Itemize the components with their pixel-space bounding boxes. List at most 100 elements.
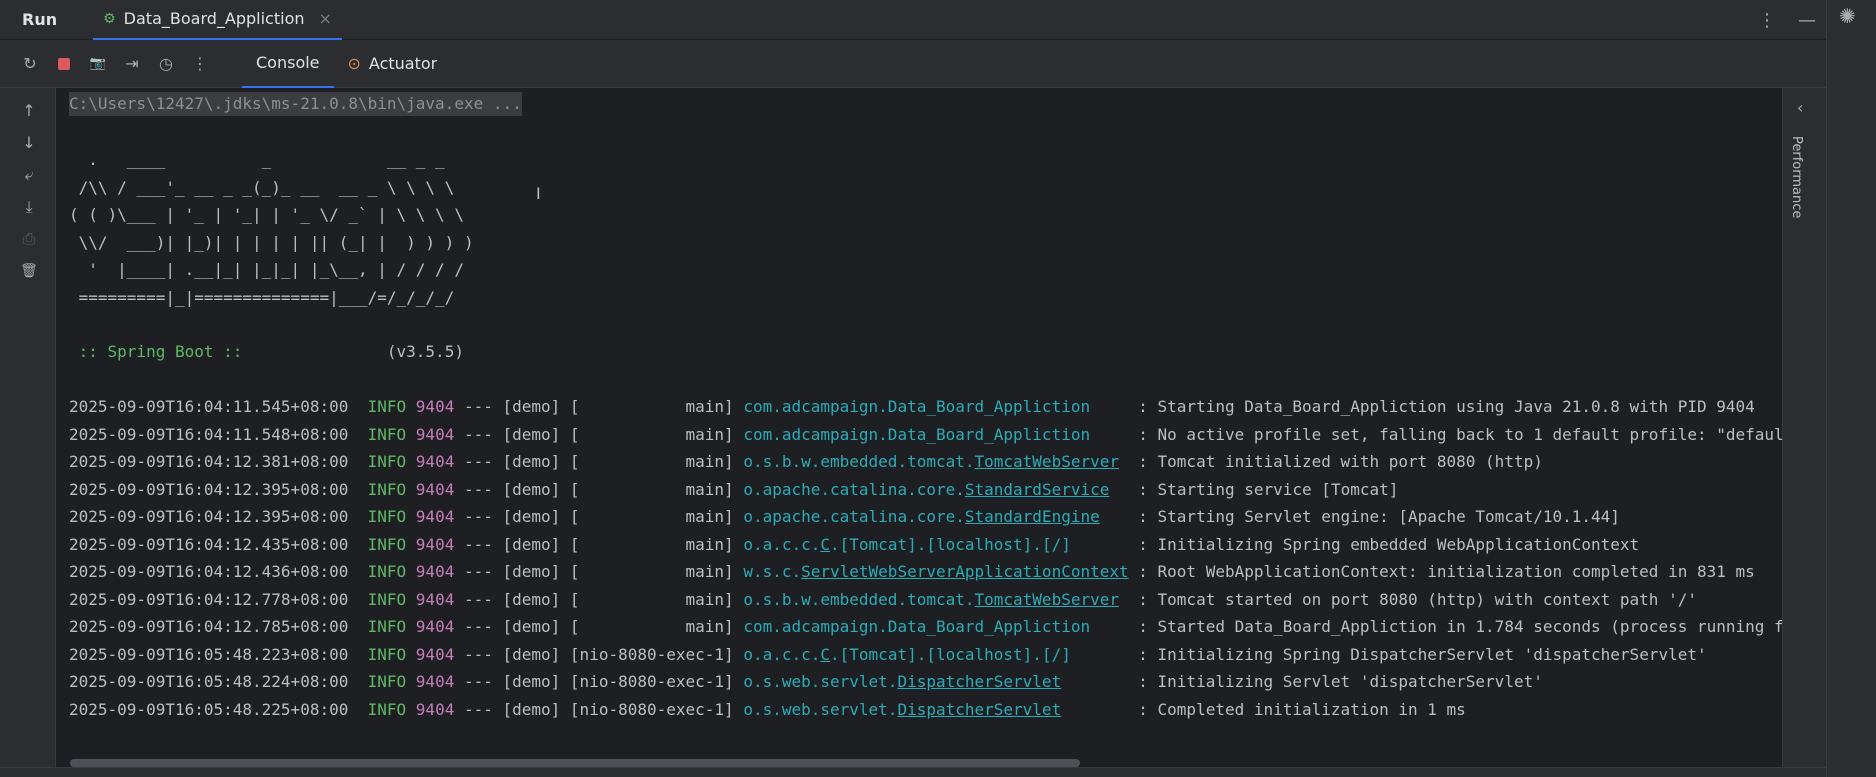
log-message: : Initializing Spring DispatcherServlet … xyxy=(1138,644,1707,664)
logger-class-link[interactable]: ServletWebServerApplicationContext xyxy=(801,562,1129,581)
chevron-left-icon[interactable]: ‹ xyxy=(1797,98,1803,117)
banner-line: . ____ _ __ _ _ xyxy=(69,150,445,169)
tab-actuator-label: Actuator xyxy=(368,54,438,73)
log-line: 2025-09-09T16:05:48.225+08:00 INFO 9404 … xyxy=(69,700,1466,720)
text-cursor-icon: I xyxy=(536,184,541,203)
soft-wrap-icon[interactable]: ⤶ xyxy=(18,164,40,186)
performance-label[interactable]: Performance xyxy=(1789,136,1804,218)
logger-class-link[interactable]: DispatcherServlet xyxy=(897,700,1061,719)
log-line: 2025-09-09T16:04:12.436+08:00 INFO 9404 … xyxy=(69,562,1755,582)
spring-run-icon: ⚙ xyxy=(103,10,116,27)
log-logger[interactable]: w.s.c.ServletWebServerApplicationContext xyxy=(743,562,1128,581)
log-pid: 9404 xyxy=(415,452,455,471)
logger-class-link[interactable]: TomcatWebServer xyxy=(975,590,1120,609)
camera-icon[interactable]: 📷 xyxy=(86,52,110,76)
log-line: 2025-09-09T16:04:11.545+08:00 INFO 9404 … xyxy=(69,397,1755,417)
logger-class-link[interactable]: DispatcherServlet xyxy=(897,672,1061,691)
log-line: 2025-09-09T16:04:12.785+08:00 INFO 9404 … xyxy=(69,617,1782,637)
log-logger[interactable]: o.apache.catalina.core.StandardEngine xyxy=(743,507,1099,526)
toolbar-more-icon[interactable]: ⋮ xyxy=(188,52,212,76)
banner-line: ' |____| .__|_| |_|_| |_\__, | / / / / xyxy=(69,260,464,279)
tab-console-label: Console xyxy=(256,53,320,72)
log-message: : Initializing Servlet 'dispatcherServle… xyxy=(1138,672,1543,691)
logger-class-link[interactable]: StandardService xyxy=(965,480,1110,499)
log-logger[interactable]: o.s.b.w.embedded.tomcat.TomcatWebServer xyxy=(743,452,1119,471)
right-tool-strip: ✺ xyxy=(1826,0,1876,777)
spring-boot-label: :: Spring Boot :: xyxy=(69,342,243,361)
logger-class-link[interactable]: C xyxy=(820,645,830,664)
log-message: : Starting Servlet engine: [Apache Tomca… xyxy=(1138,507,1620,526)
stop-icon[interactable] xyxy=(52,52,76,76)
export-icon[interactable]: ⇥ xyxy=(120,52,144,76)
performance-panel[interactable]: ‹ Performance xyxy=(1782,88,1826,767)
log-logger[interactable]: com.adcampaign.Data_Board_Appliction xyxy=(743,425,1090,444)
banner-line: ( ( )\___ | '_ | '_| | '_ \/ _` | \ \ \ … xyxy=(69,205,464,224)
spring-boot-version: (v3.5.5) xyxy=(386,342,464,361)
tab-actuator[interactable]: ⊙ Actuator xyxy=(334,40,452,88)
log-line: 2025-09-09T16:04:12.395+08:00 INFO 9404 … xyxy=(69,480,1398,500)
log-logger[interactable]: o.s.web.servlet.DispatcherServlet xyxy=(743,672,1061,691)
log-message: : Starting service [Tomcat] xyxy=(1138,479,1399,499)
log-line: 2025-09-09T16:04:12.381+08:00 INFO 9404 … xyxy=(69,452,1543,472)
plugin-icon[interactable]: ✺ xyxy=(1839,4,1856,28)
rerun-icon[interactable]: ↻ xyxy=(18,52,42,76)
log-level: INFO xyxy=(367,562,407,581)
command-line[interactable]: C:\Users\12427\.jdks\ms-21.0.8\bin\java.… xyxy=(69,92,522,116)
log-level: INFO xyxy=(367,479,407,499)
log-logger[interactable]: com.adcampaign.Data_Board_Appliction xyxy=(743,617,1090,636)
log-thread: --- [demo] [nio-8080-exec-1] xyxy=(454,672,744,691)
run-config-tab[interactable]: ⚙ Data_Board_Appliction × xyxy=(93,0,342,40)
more-options-icon[interactable]: ⋮ xyxy=(1758,10,1776,31)
log-logger[interactable]: com.adcampaign.Data_Board_Appliction xyxy=(743,397,1090,416)
log-logger[interactable]: o.a.c.c.C.[Tomcat].[localhost].[/] xyxy=(743,535,1071,554)
logger-class-link[interactable]: TomcatWebServer xyxy=(975,452,1120,471)
log-level: INFO xyxy=(367,507,407,526)
log-logger[interactable]: o.apache.catalina.core.StandardService xyxy=(743,480,1109,499)
log-line: 2025-09-09T16:04:12.778+08:00 INFO 9404 … xyxy=(69,590,1697,610)
logger-class-link[interactable]: StandardEngine xyxy=(965,507,1100,526)
logger-class-link[interactable]: C xyxy=(820,535,830,554)
banner-line: =========|_|==============|___/=/_/_/_/ xyxy=(69,287,455,307)
log-timestamp: 2025-09-09T16:04:12.395+08:00 xyxy=(69,507,349,526)
log-line: 2025-09-09T16:04:11.548+08:00 INFO 9404 … xyxy=(69,425,1782,445)
log-timestamp: 2025-09-09T16:04:11.548+08:00 xyxy=(69,424,349,444)
log-message: : Tomcat started on port 8080 (http) wit… xyxy=(1138,589,1697,609)
log-line: 2025-09-09T16:05:48.224+08:00 INFO 9404 … xyxy=(69,672,1543,692)
horizontal-scrollbar[interactable] xyxy=(70,759,1080,767)
log-logger[interactable]: o.s.web.servlet.DispatcherServlet xyxy=(743,700,1061,719)
log-thread: --- [demo] [nio-8080-exec-1] xyxy=(454,699,744,719)
log-timestamp: 2025-09-09T16:05:48.223+08:00 xyxy=(69,644,349,664)
log-pid: 9404 xyxy=(415,397,455,416)
log-timestamp: 2025-09-09T16:05:48.225+08:00 xyxy=(69,699,349,719)
close-icon[interactable]: × xyxy=(319,9,332,28)
log-message: : Initializing Spring embedded WebApplic… xyxy=(1138,534,1640,554)
log-thread: --- [demo] [ main] xyxy=(454,397,744,416)
minimize-icon[interactable]: — xyxy=(1798,10,1816,31)
log-pid: 9404 xyxy=(415,617,455,636)
log-level: INFO xyxy=(367,617,407,636)
log-thread: --- [demo] [ main] xyxy=(454,562,744,581)
trash-icon[interactable]: 🗑 xyxy=(18,260,40,282)
log-thread: --- [demo] [ main] xyxy=(454,534,744,554)
spring-boot-line: :: Spring Boot :: (v3.5.5) xyxy=(69,342,464,362)
tab-console[interactable]: Console xyxy=(242,40,334,88)
arrow-down-icon[interactable]: ↓ xyxy=(18,132,40,154)
log-message: : No active profile set, falling back to… xyxy=(1138,424,1782,444)
arrow-up-icon[interactable]: ↑ xyxy=(18,100,40,122)
log-pid: 9404 xyxy=(415,644,455,664)
scroll-to-end-icon[interactable]: ⤓ xyxy=(18,196,40,218)
log-thread: --- [demo] [ main] xyxy=(454,424,744,444)
log-level: INFO xyxy=(367,672,407,691)
console-gutter: ↑ ↓ ⤶ ⤓ ⎙ 🗑 xyxy=(0,88,56,777)
log-message: : Started Data_Board_Appliction in 1.784… xyxy=(1138,617,1782,636)
gauge-icon[interactable]: ◷ xyxy=(154,52,178,76)
log-logger[interactable]: o.s.b.w.embedded.tomcat.TomcatWebServer xyxy=(743,590,1119,609)
log-level: INFO xyxy=(367,397,407,416)
log-line: 2025-09-09T16:04:12.435+08:00 INFO 9404 … xyxy=(69,535,1639,555)
log-pid: 9404 xyxy=(415,562,455,581)
log-level: INFO xyxy=(367,534,407,554)
log-timestamp: 2025-09-09T16:04:12.435+08:00 xyxy=(69,534,349,554)
console-output[interactable]: C:\Users\12427\.jdks\ms-21.0.8\bin\java.… xyxy=(56,88,1782,767)
log-logger[interactable]: o.a.c.c.C.[Tomcat].[localhost].[/] xyxy=(743,645,1071,664)
log-thread: --- [demo] [ main] xyxy=(454,479,744,499)
